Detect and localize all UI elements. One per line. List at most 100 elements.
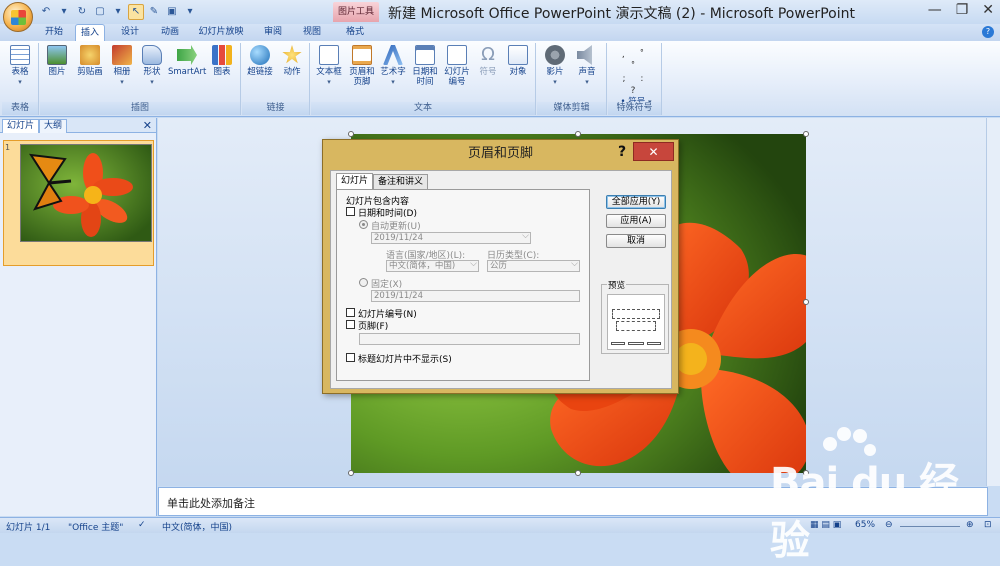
fixed-date-input[interactable]: 2019/11/24 bbox=[371, 290, 580, 302]
preview-label: 预览 bbox=[607, 279, 627, 291]
office-button[interactable] bbox=[3, 2, 33, 32]
redo-dropdown-icon[interactable]: ▾ bbox=[110, 4, 126, 20]
picture-icon bbox=[47, 45, 67, 65]
group-label-table: 表格 bbox=[2, 102, 38, 115]
date-time-label: 日期和时间(D) bbox=[358, 209, 417, 219]
help-icon[interactable]: ? bbox=[982, 26, 994, 38]
chart-button[interactable]: 图表 bbox=[208, 45, 236, 77]
tab-outline[interactable]: 大纲 bbox=[39, 119, 68, 133]
sound-button[interactable]: 声音 ▾ bbox=[573, 45, 601, 87]
watermark-brand: Bai du 经验 bbox=[770, 460, 959, 564]
apply-all-button[interactable]: 全部应用(Y) bbox=[606, 195, 666, 209]
tab-insert[interactable]: 插入 bbox=[75, 24, 105, 41]
preview-body-placeholder bbox=[616, 321, 656, 331]
slide-thumbnail-selected[interactable]: 1 bbox=[3, 140, 154, 266]
special-symbols-button[interactable]: , ˚ ˚; : ?• 符号 ▾ bbox=[614, 49, 658, 107]
tab-view[interactable]: 视图 bbox=[300, 24, 324, 41]
resize-handle-bottom[interactable] bbox=[575, 470, 581, 476]
tab-animation[interactable]: 动画 bbox=[158, 24, 182, 41]
pointer-icon[interactable]: ↖ bbox=[128, 3, 144, 20]
resize-handle-top-left[interactable] bbox=[348, 131, 354, 137]
table-button[interactable]: 表格 ▾ bbox=[6, 45, 34, 87]
tab-slideshow[interactable]: 幻灯片放映 bbox=[196, 24, 246, 41]
group-text: 文本框 ▾ 页眉和页脚 艺术字 ▾ 日期和时间 幻灯片编号 Ω 符号 对象 文本 bbox=[311, 43, 536, 115]
tab-dialog-notes-handouts[interactable]: 备注和讲义 bbox=[373, 174, 429, 189]
header-footer-dialog: 页眉和页脚 ? ✕ 幻灯片 备注和讲义 幻灯片包含内容 日期和时间(D) 自动更… bbox=[322, 139, 679, 394]
speaker-icon bbox=[577, 45, 592, 65]
quick-access-toolbar: ↶ ▾ ↻ ▢ ▾ ↖ ✎ ▣ ▾ bbox=[38, 3, 198, 20]
apply-button[interactable]: 应用(A) bbox=[606, 214, 666, 228]
customize-qat-icon[interactable]: ▾ bbox=[182, 4, 198, 20]
resize-handle-top-right[interactable] bbox=[803, 131, 809, 137]
tab-dialog-slide[interactable]: 幻灯片 bbox=[336, 173, 374, 189]
undo-icon[interactable]: ↶ bbox=[38, 4, 54, 20]
picture-tools-context-tab: 图片工具 bbox=[333, 2, 379, 22]
footer-text-input[interactable] bbox=[359, 333, 580, 345]
slide-number-checkbox[interactable] bbox=[346, 308, 355, 317]
textbox-button[interactable]: 文本框 ▾ bbox=[315, 45, 343, 87]
album-button[interactable]: 相册 ▾ bbox=[108, 45, 136, 87]
fixed-radio[interactable] bbox=[359, 278, 368, 287]
shapes-icon bbox=[142, 45, 162, 65]
slides-pane: 幻灯片 大纲 ✕ 1 bbox=[0, 118, 157, 516]
group-links: 超链接 动作 链接 bbox=[242, 43, 310, 115]
dialog-help-button[interactable]: ? bbox=[612, 142, 632, 162]
close-pane-icon[interactable]: ✕ bbox=[143, 119, 152, 132]
resize-handle-bottom-left[interactable] bbox=[348, 470, 354, 476]
header-footer-button[interactable]: 页眉和页脚 bbox=[346, 45, 378, 87]
date-time-checkbox[interactable] bbox=[346, 207, 355, 216]
clipart-button[interactable]: 剪贴画 bbox=[73, 45, 107, 77]
dialog-body: 幻灯片 备注和讲义 幻灯片包含内容 日期和时间(D) 自动更新(U) 2019/… bbox=[330, 170, 672, 389]
cancel-button[interactable]: 取消 bbox=[606, 234, 666, 248]
group-media: 影片 ▾ 声音 ▾ 媒体剪辑 bbox=[537, 43, 607, 115]
footer-label: 页脚(F) bbox=[358, 322, 389, 332]
picture-button[interactable]: 图片 bbox=[43, 45, 71, 77]
butterfly-flower-thumbnail bbox=[21, 145, 151, 241]
auto-update-radio[interactable] bbox=[359, 220, 368, 229]
group-label-special: 特殊符号 bbox=[608, 102, 661, 115]
tab-slides[interactable]: 幻灯片 bbox=[2, 119, 40, 133]
symbol-button[interactable]: Ω 符号 bbox=[474, 45, 502, 78]
tab-review[interactable]: 审阅 bbox=[261, 24, 285, 41]
preview-footer-placeholder bbox=[628, 342, 644, 345]
fit-window-icon[interactable]: ⊡ bbox=[984, 520, 992, 530]
wordart-button[interactable]: 艺术字 ▾ bbox=[379, 45, 407, 87]
punctuation-icon: , ˚ ˚; : ? bbox=[621, 50, 651, 96]
smartart-button[interactable]: SmartArt bbox=[168, 45, 206, 77]
movie-button[interactable]: 影片 ▾ bbox=[541, 45, 569, 87]
group-illustrations: 图片 剪贴画 相册 ▾ 形状 ▾ SmartArt 图表 插图 bbox=[40, 43, 241, 115]
header-footer-icon bbox=[352, 45, 372, 65]
save-icon[interactable]: ▣ bbox=[164, 4, 180, 20]
preview-title-placeholder bbox=[612, 309, 660, 319]
hyperlink-button[interactable]: 超链接 bbox=[246, 45, 274, 77]
tab-design[interactable]: 设计 bbox=[118, 24, 142, 41]
resize-handle-right[interactable] bbox=[803, 299, 809, 305]
slide-number-button[interactable]: 幻灯片编号 bbox=[442, 45, 472, 87]
object-button[interactable]: 对象 bbox=[504, 45, 532, 77]
window-controls: — ❐ ✕ bbox=[928, 2, 994, 18]
action-star-icon bbox=[282, 45, 302, 64]
status-language: 中文(简体，中国) bbox=[162, 523, 233, 533]
auto-date-dropdown[interactable]: 2019/11/24 bbox=[371, 231, 531, 244]
hide-on-title-checkbox[interactable] bbox=[346, 353, 355, 362]
dialog-close-button[interactable]: ✕ bbox=[633, 142, 674, 161]
calendar-type-dropdown[interactable]: 公历 bbox=[487, 259, 580, 272]
minimize-icon[interactable]: — bbox=[928, 2, 942, 18]
format-painter-icon[interactable]: ✎ bbox=[146, 4, 162, 20]
date-time-button[interactable]: 日期和时间 bbox=[410, 45, 440, 87]
shapes-button[interactable]: 形状 ▾ bbox=[138, 45, 166, 87]
fixed-label: 固定(X) bbox=[371, 280, 403, 290]
footer-checkbox[interactable] bbox=[346, 320, 355, 329]
undo-dropdown-icon[interactable]: ▾ bbox=[56, 4, 72, 20]
language-dropdown[interactable]: 中文(简体，中国) bbox=[386, 259, 479, 272]
resize-handle-top[interactable] bbox=[575, 131, 581, 137]
tab-home[interactable]: 开始 bbox=[42, 24, 66, 41]
redo-icon[interactable]: ↻ bbox=[74, 4, 90, 20]
spellcheck-icon[interactable]: ✓ bbox=[138, 520, 146, 530]
close-icon[interactable]: ✕ bbox=[982, 2, 994, 18]
maximize-icon[interactable]: ❐ bbox=[956, 2, 969, 18]
slide-icon[interactable]: ▢ bbox=[92, 4, 108, 20]
tab-format[interactable]: 格式 bbox=[343, 24, 367, 41]
vertical-scrollbar[interactable] bbox=[986, 118, 1000, 486]
action-button[interactable]: 动作 bbox=[278, 45, 306, 77]
